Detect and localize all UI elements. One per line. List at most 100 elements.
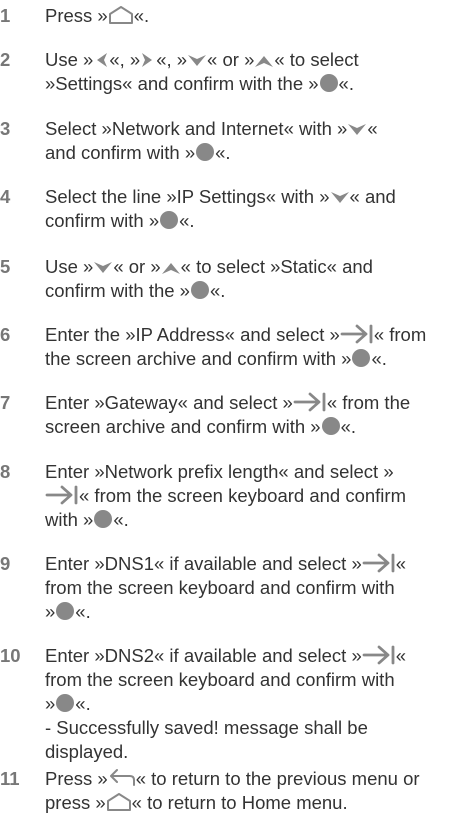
- back-arrow-icon: [108, 768, 136, 788]
- step-line: Select the line »IP Settings« with » « an…: [45, 185, 461, 209]
- step-line: press » « to return to Home menu.: [45, 791, 461, 815]
- step-line: displayed.: [45, 740, 461, 764]
- ok-dot-icon: [93, 509, 113, 529]
- arrow-right-icon: [140, 51, 156, 69]
- ok-dot-icon: [190, 280, 210, 300]
- step-text: Enter »Gateway« and select » « from the sc…: [45, 391, 461, 439]
- step-text-segment: displayed.: [45, 741, 129, 762]
- step-text-segment: « from the: [326, 392, 411, 413]
- arrow-up-icon: [254, 53, 274, 69]
- step-text-segment: confirm with »: [45, 210, 160, 231]
- step-text-segment: « to return to the previous menu or: [135, 768, 420, 789]
- step-text-segment: «.: [113, 509, 129, 530]
- step-text-segment: « from the screen keyboard and confirm: [79, 485, 406, 506]
- step-text-segment: «: [367, 118, 378, 139]
- step-line: Enter »Network prefix length« and select…: [45, 460, 461, 484]
- step-text-segment: Use »: [45, 256, 94, 277]
- tab-arrow-icon: [45, 485, 79, 505]
- step-text: Press » «.: [45, 4, 461, 28]
- step-number: 7: [0, 392, 11, 413]
- step-text-segment: Press »: [45, 768, 108, 789]
- step-text-segment: « to select »Static« and: [180, 256, 373, 277]
- home-icon: [106, 792, 132, 812]
- ok-dot-icon: [195, 142, 215, 162]
- step-text-segment: Enter »DNS2« if available and select »: [45, 645, 362, 666]
- step-number: 6: [0, 324, 11, 345]
- arrow-down-icon: [187, 53, 207, 69]
- step-line: Enter »Gateway« and select » « from the: [45, 391, 461, 415]
- step-number: 1: [0, 5, 11, 26]
- step-number: 4: [0, 186, 11, 207]
- step-text-segment: « and: [349, 186, 396, 207]
- step-text-segment: the screen archive and confirm with »: [45, 348, 352, 369]
- step-line: confirm with » «.: [45, 209, 461, 233]
- step-text-segment: press »: [45, 792, 106, 813]
- step-text: Enter »Network prefix length« and select…: [45, 460, 461, 532]
- step-text-segment: Use »: [45, 49, 94, 70]
- tab-arrow-icon: [293, 392, 327, 412]
- step-line: Enter the »IP Address« and select » « fro…: [45, 323, 461, 347]
- step-text-segment: from the screen keyboard and confirm wit…: [45, 669, 395, 690]
- step-line: Enter »DNS2« if available and select » «: [45, 644, 461, 668]
- step-text-segment: «, »: [109, 49, 141, 70]
- step-text-segment: «.: [179, 210, 195, 231]
- step-text-segment: «.: [209, 280, 226, 301]
- ok-dot-icon: [159, 210, 179, 230]
- arrow-down-icon: [347, 122, 367, 138]
- step-line: Press » «.: [45, 4, 461, 28]
- ok-dot-icon: [321, 416, 341, 436]
- step-text: Use » «, » «, » « or » « to select »Settings«…: [45, 48, 461, 96]
- ok-dot-icon: [55, 693, 75, 713]
- step-text: Enter »DNS1« if available and select » «f…: [45, 552, 461, 624]
- step-text-segment: Press »: [45, 5, 108, 26]
- step-text-segment: Select the line »IP Settings« with »: [45, 186, 330, 207]
- step-line: Use » «, » «, » « or » « to select: [45, 48, 461, 72]
- step-text-segment: «.: [133, 5, 150, 26]
- step-text-segment: «.: [340, 416, 357, 437]
- step-text-segment: Enter »Gateway« and select »: [45, 392, 293, 413]
- arrow-left-icon: [93, 51, 109, 69]
- step-line: - Successfully saved! message shall be: [45, 716, 461, 740]
- step-text-segment: Select »Network and Internet« with »: [45, 118, 348, 139]
- step-line: » «.: [45, 692, 461, 716]
- step-text-segment: confirm with the »: [45, 280, 190, 301]
- step-line: »Settings« and confirm with the » «.: [45, 72, 461, 96]
- step-line: from the screen keyboard and confirm wit…: [45, 576, 461, 600]
- step-line: » «.: [45, 600, 461, 624]
- step-text-segment: from the screen keyboard and confirm wit…: [45, 577, 395, 598]
- step-text-segment: « to return to Home menu.: [131, 792, 348, 813]
- step-text-segment: « from: [373, 324, 427, 345]
- step-number: 11: [0, 768, 20, 789]
- step-number: 2: [0, 49, 11, 70]
- instruction-list: 1 Press » «. 2 Use » «, » «, » « or » « to selec…: [0, 0, 467, 813]
- step-text-segment: Enter »Network prefix length« and select…: [45, 461, 394, 482]
- step-line: Select »Network and Internet« with » «: [45, 117, 461, 141]
- home-icon: [108, 5, 134, 25]
- step-text-segment: «.: [371, 348, 387, 369]
- ok-dot-icon: [351, 348, 371, 368]
- step-text-segment: with »: [45, 509, 94, 530]
- step-text: Use » « or » « to select »Static« and confi…: [45, 255, 461, 303]
- step-line: the screen archive and confirm with » «.: [45, 347, 461, 371]
- step-text: Enter »DNS2« if available and select » «f…: [45, 644, 461, 764]
- step-line: from the screen keyboard and confirm wit…: [45, 668, 461, 692]
- step-text-segment: screen archive and confirm with »: [45, 416, 321, 437]
- step-number: 8: [0, 461, 11, 482]
- step-line: screen archive and confirm with » «.: [45, 415, 461, 439]
- step-line: Enter »DNS1« if available and select » «: [45, 552, 461, 576]
- arrow-down-icon: [93, 260, 113, 276]
- step-line: and confirm with » «.: [45, 141, 461, 165]
- tab-arrow-icon: [340, 324, 374, 344]
- ok-dot-icon: [319, 73, 339, 93]
- step-line: Press » « to return to the previous menu …: [45, 767, 461, 791]
- step-text-segment: Enter »DNS1« if available and select »: [45, 553, 362, 574]
- step-line: « from the screen keyboard and confirm: [45, 484, 461, 508]
- step-text-segment: «: [395, 553, 407, 574]
- step-text-segment: Enter the »IP Address« and select »: [45, 324, 340, 345]
- step-text-segment: « or »: [113, 256, 161, 277]
- tab-arrow-icon: [362, 553, 396, 573]
- step-number: 10: [0, 645, 21, 666]
- step-text-segment: «.: [215, 142, 231, 163]
- step-text: Enter the »IP Address« and select » « fro…: [45, 323, 461, 371]
- arrow-down-icon: [330, 190, 350, 206]
